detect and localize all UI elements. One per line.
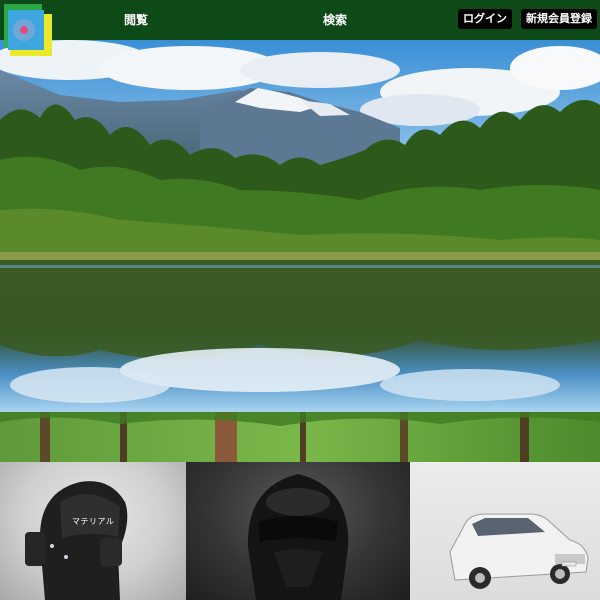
gallery-item-white-car[interactable]: [410, 462, 600, 600]
gallery-item-tactical-helmet[interactable]: マテリアル: [0, 462, 186, 600]
register-button[interactable]: 新規会員登録: [521, 9, 597, 29]
gallery-item-trooper-helmet[interactable]: [186, 462, 410, 600]
header-bar: 閲覧 検索 ログイン 新規会員登録: [0, 0, 600, 40]
forest-strip-image: [0, 412, 600, 462]
logo-icon[interactable]: [4, 4, 52, 56]
hero-landscape-image: [0, 40, 600, 412]
thumb-label: マテリアル: [72, 517, 115, 526]
nav-browse[interactable]: 閲覧: [124, 11, 148, 28]
nav-search[interactable]: 検索: [323, 11, 347, 28]
gallery-row: マテリアル: [0, 462, 600, 600]
login-button[interactable]: ログイン: [458, 9, 512, 29]
